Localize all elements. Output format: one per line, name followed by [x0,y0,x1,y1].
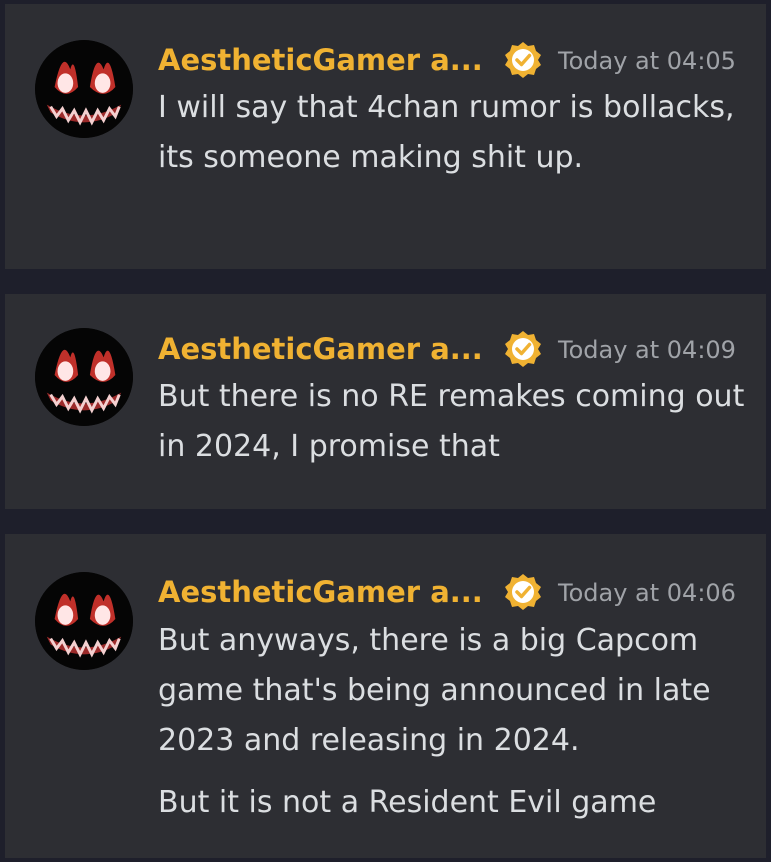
demon-face-icon [35,40,133,138]
avatar[interactable] [35,328,133,426]
demon-face-icon [35,572,133,670]
message-text: But anyways, there is a big Capcom game … [158,623,711,758]
verified-badge-icon [503,572,543,612]
verified-badge-icon [503,329,543,369]
message-text: But it is not a Resident Evil game [158,785,657,820]
message-content: I will say that 4chan rumor is bollacks,… [158,83,748,183]
message-text: But there is no RE remakes coming out in… [158,379,745,464]
message-card: AestheticGamer a... Today at 04:09 But t… [5,294,766,509]
author-name[interactable]: AestheticGamer a... [158,326,483,372]
message-timestamp[interactable]: Today at 04:06 [558,575,736,611]
author-name[interactable]: AestheticGamer a... [158,37,483,83]
avatar[interactable] [35,572,133,670]
author-name[interactable]: AestheticGamer a... [158,569,483,615]
verified-badge-icon [503,40,543,80]
message-timestamp[interactable]: Today at 04:05 [558,43,736,79]
message-timestamp[interactable]: Today at 04:09 [558,332,736,368]
message-card: AestheticGamer a... Today at 04:05 I wil… [5,4,766,269]
avatar[interactable] [35,40,133,138]
message-text: I will say that 4chan rumor is bollacks,… [158,90,735,175]
message-card: AestheticGamer a... Today at 04:06 But a… [5,534,766,858]
demon-face-icon [35,328,133,426]
message-content: But there is no RE remakes coming out in… [158,372,748,472]
message-content: But anyways, there is a big Capcom game … [158,616,748,828]
